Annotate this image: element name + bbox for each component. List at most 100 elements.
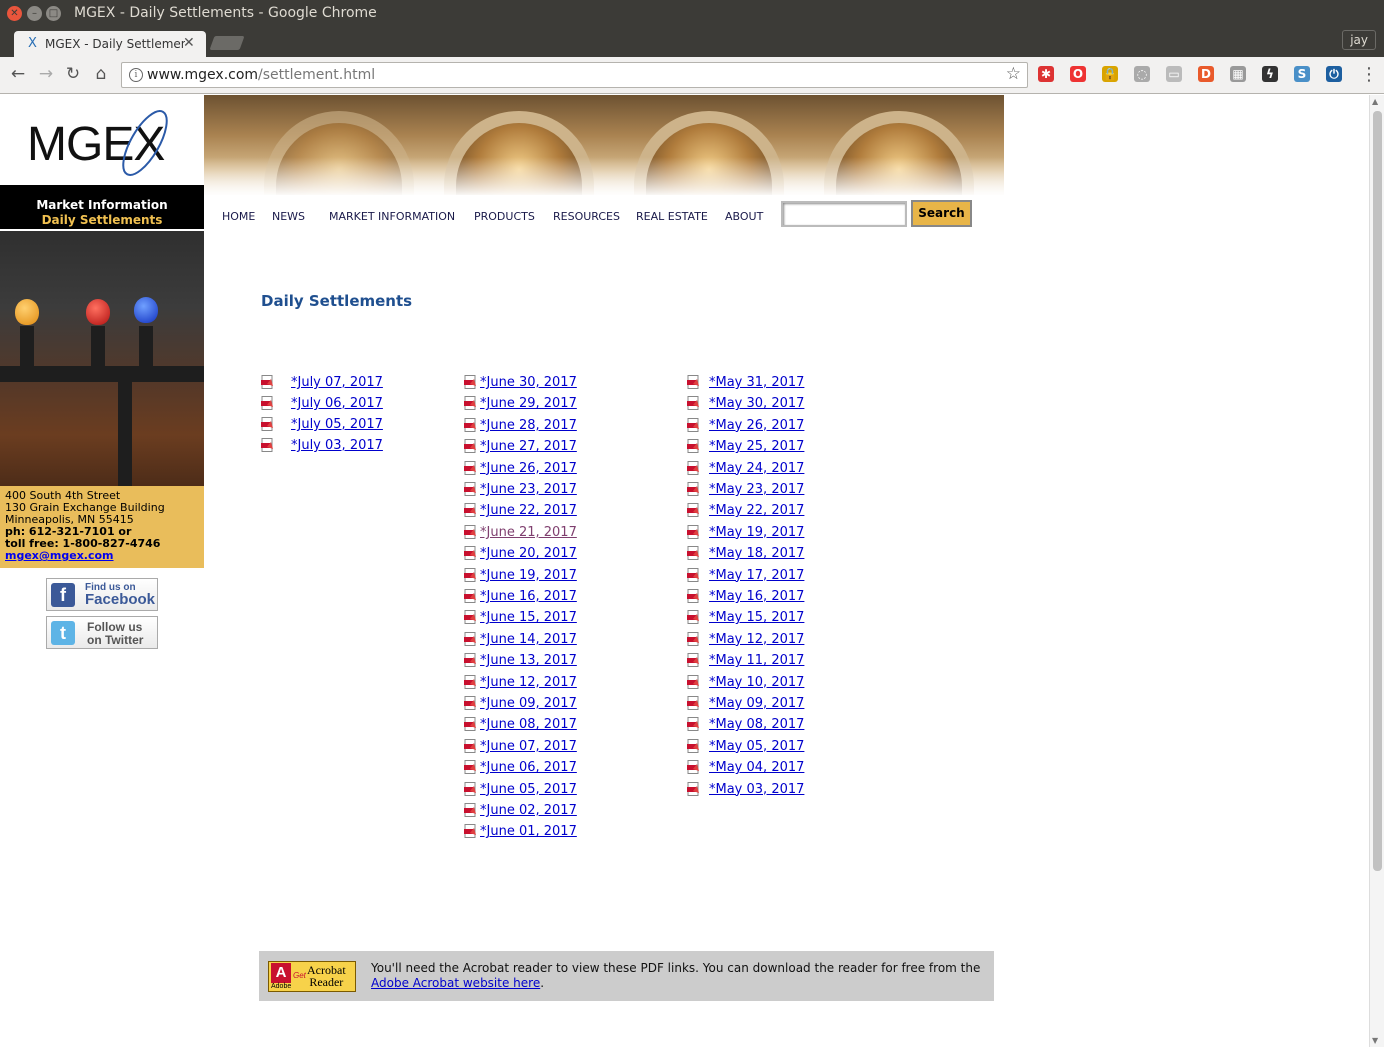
opera-icon[interactable]: O (1070, 66, 1086, 82)
settlement-link[interactable]: *May 18, 2017 (709, 546, 804, 561)
settlement-link[interactable]: *June 01, 2017 (480, 824, 577, 839)
pdf-icon (464, 439, 476, 454)
pdf-icon (464, 781, 476, 796)
settlement-link[interactable]: *June 28, 2017 (480, 418, 577, 433)
settlement-link[interactable]: *June 27, 2017 (480, 439, 577, 454)
settlement-link[interactable]: *May 26, 2017 (709, 418, 804, 433)
settlement-link[interactable]: *June 14, 2017 (480, 632, 577, 647)
search-button[interactable]: Search (911, 200, 972, 227)
settlement-link[interactable]: *June 29, 2017 (480, 396, 577, 411)
window-close-button[interactable]: ✕ (7, 6, 22, 21)
extension-icon[interactable]: ▭ (1166, 66, 1182, 82)
lightning-icon[interactable]: ϟ (1262, 66, 1278, 82)
window-minimize-button[interactable]: – (27, 6, 42, 21)
settlement-link[interactable]: *June 21, 2017 (480, 525, 577, 540)
url-text: www.mgex.com/settlement.html (147, 67, 376, 83)
settlement-link[interactable]: *May 10, 2017 (709, 675, 804, 690)
settlement-link[interactable]: *May 04, 2017 (709, 760, 804, 775)
email-link[interactable]: mgex@mgex.com (5, 549, 114, 562)
settlement-link[interactable]: *May 17, 2017 (709, 568, 804, 583)
settlement-link[interactable]: *July 03, 2017 (291, 438, 383, 453)
facebook-icon: f (51, 583, 75, 607)
ladybug-icon[interactable]: ✱ (1038, 66, 1054, 82)
home-icon[interactable]: ⌂ (91, 64, 111, 84)
pipe (139, 326, 153, 376)
settlement-link[interactable]: *May 25, 2017 (709, 439, 804, 454)
settlement-link[interactable]: *May 11, 2017 (709, 653, 804, 668)
settlement-link[interactable]: *May 19, 2017 (709, 525, 804, 540)
lock-icon[interactable]: 🔒 (1102, 66, 1118, 82)
search-input[interactable] (781, 201, 907, 227)
settlement-link[interactable]: *June 23, 2017 (480, 482, 577, 497)
settlement-link[interactable]: *June 15, 2017 (480, 610, 577, 625)
power-icon[interactable]: ⏻ (1326, 66, 1342, 82)
nav-products[interactable]: PRODUCTS (474, 210, 535, 223)
nav-resources[interactable]: RESOURCES (553, 210, 620, 223)
duckduckgo-icon[interactable]: D (1198, 66, 1214, 82)
scroll-up-arrow-icon[interactable]: ▲ (1372, 97, 1378, 106)
settlement-link[interactable]: *May 24, 2017 (709, 461, 804, 476)
settlement-link[interactable]: *May 16, 2017 (709, 589, 804, 604)
settlement-link[interactable]: *June 05, 2017 (480, 782, 577, 797)
scroll-down-arrow-icon[interactable]: ▼ (1372, 1036, 1378, 1045)
scroll-thumb[interactable] (1373, 111, 1382, 871)
settlement-link[interactable]: *May 15, 2017 (709, 610, 804, 625)
menu-dots-icon[interactable]: ⋮ (1360, 64, 1378, 85)
settlement-link[interactable]: *June 02, 2017 (480, 803, 577, 818)
nav-home[interactable]: HOME (222, 210, 255, 223)
get-acrobat-reader-badge[interactable]: A Adobe Get Acrobat Reader (268, 961, 356, 992)
settlement-link[interactable]: *June 16, 2017 (480, 589, 577, 604)
page-viewport: MGEX Market Information Daily Settlement… (0, 95, 1369, 1047)
window-titlebar: ✕ – □ MGEX - Daily Settlements - Google … (0, 0, 1384, 28)
settlement-link[interactable]: *May 31, 2017 (709, 375, 804, 390)
settlement-link[interactable]: *July 05, 2017 (291, 417, 383, 432)
twitter-button[interactable]: t Follow us on Twitter (46, 616, 158, 649)
info-icon[interactable]: i (129, 68, 143, 82)
settlement-link[interactable]: *May 03, 2017 (709, 782, 804, 797)
settlement-link[interactable]: *May 30, 2017 (709, 396, 804, 411)
settlement-link[interactable]: *June 06, 2017 (480, 760, 577, 775)
cast-icon[interactable]: ◌ (1134, 66, 1150, 82)
browser-tab[interactable]: X MGEX - Daily Settlements ✕ (14, 31, 206, 57)
settlement-link[interactable]: *May 23, 2017 (709, 482, 804, 497)
settlement-link[interactable]: *May 08, 2017 (709, 717, 804, 732)
settlement-link[interactable]: *May 22, 2017 (709, 503, 804, 518)
grid-icon[interactable]: ▦ (1230, 66, 1246, 82)
section-title: Market Information (36, 198, 168, 212)
forward-arrow-icon[interactable]: → (36, 64, 56, 84)
settlement-link[interactable]: *June 09, 2017 (480, 696, 577, 711)
settlement-link[interactable]: *June 30, 2017 (480, 375, 577, 390)
mgex-logo[interactable]: MGEX (0, 95, 204, 185)
vertical-scrollbar[interactable]: ▲ ▼ (1369, 95, 1384, 1047)
settlement-link[interactable]: *June 26, 2017 (480, 461, 577, 476)
settlement-link[interactable]: *June 12, 2017 (480, 675, 577, 690)
nav-news[interactable]: NEWS (272, 210, 305, 223)
pdf-icon (261, 396, 273, 410)
window-maximize-button[interactable]: □ (46, 6, 61, 21)
settlement-link[interactable]: *June 13, 2017 (480, 653, 577, 668)
nav-real-estate[interactable]: REAL ESTATE (636, 210, 708, 223)
settlement-link[interactable]: *July 06, 2017 (291, 396, 383, 411)
nav-market-information[interactable]: MARKET INFORMATION (329, 210, 455, 223)
settlement-link[interactable]: *June 19, 2017 (480, 568, 577, 583)
s-icon[interactable]: S (1294, 66, 1310, 82)
settlement-link[interactable]: *June 22, 2017 (480, 503, 577, 518)
address-bar[interactable]: i www.mgex.com/settlement.html ☆ (121, 62, 1028, 88)
twitter-line2: on Twitter (87, 633, 144, 647)
facebook-button[interactable]: f Find us on Facebook (46, 578, 158, 611)
settlement-link[interactable]: *June 08, 2017 (480, 717, 577, 732)
tab-close-icon[interactable]: ✕ (183, 35, 195, 51)
settlement-link[interactable]: *June 07, 2017 (480, 739, 577, 754)
back-arrow-icon[interactable]: ← (8, 64, 28, 84)
settlement-link[interactable]: *May 12, 2017 (709, 632, 804, 647)
settlement-link[interactable]: *July 07, 2017 (291, 375, 383, 390)
bookmark-star-icon[interactable]: ☆ (1006, 64, 1021, 84)
profile-button[interactable]: jay (1342, 30, 1376, 50)
settlement-link[interactable]: *June 20, 2017 (480, 546, 577, 561)
settlement-link[interactable]: *May 05, 2017 (709, 739, 804, 754)
nav-about[interactable]: ABOUT (725, 210, 763, 223)
new-tab-button[interactable] (209, 36, 245, 50)
settlement-link[interactable]: *May 09, 2017 (709, 696, 804, 711)
reload-icon[interactable]: ↻ (63, 64, 83, 84)
adobe-acrobat-link[interactable]: Adobe Acrobat website here (371, 976, 540, 990)
